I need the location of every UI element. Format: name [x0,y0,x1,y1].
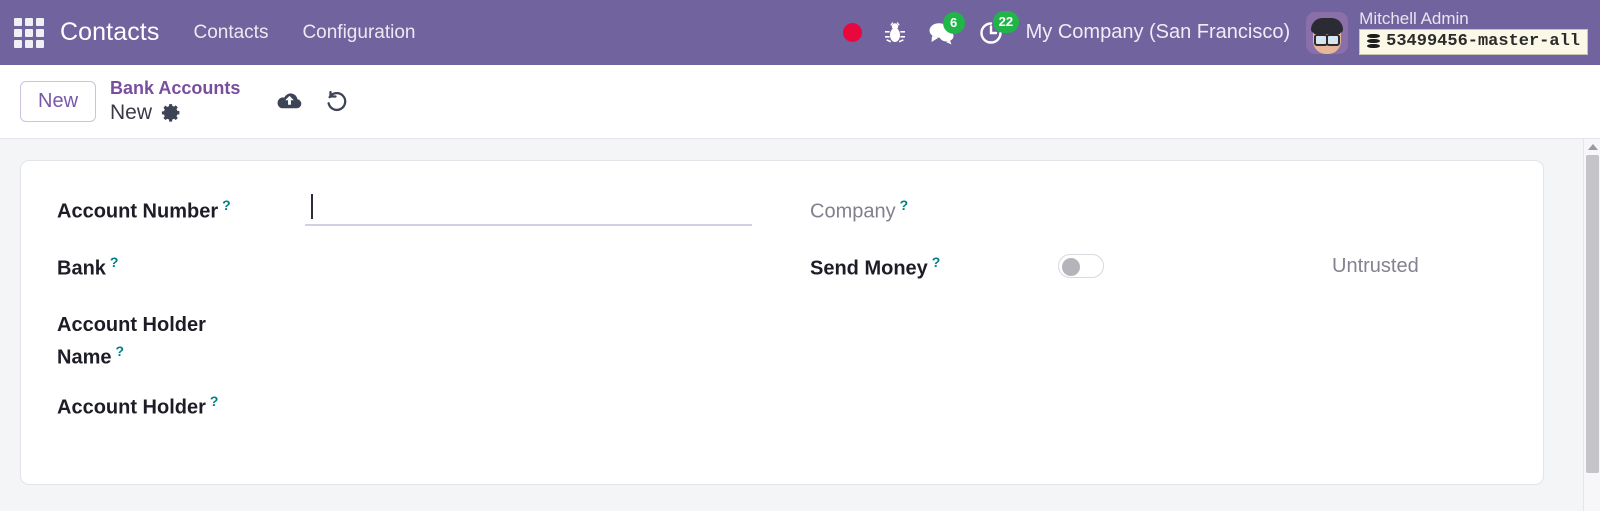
label-bank: Bank? [57,254,119,280]
user-name: Mitchell Admin [1359,8,1469,28]
record-actions [276,90,349,113]
app-brand-contacts[interactable]: Contacts [60,18,159,47]
trust-status-text: Untrusted [1332,254,1419,277]
help-tooltip-icon[interactable]: ? [900,197,909,213]
input-wrap-account-number [305,189,802,226]
breadcrumb-current-record: New [110,101,153,125]
user-info: Mitchell Admin 53499456-master-all [1359,8,1588,56]
label-company: Company? [810,197,909,223]
value-company [1058,189,1509,193]
avatar [1306,11,1349,54]
input-wrap-account-holder-name[interactable] [305,304,802,308]
form-sheet: Account Number? Bank? Account Holder Nam… [20,160,1544,485]
control-panel: New Bank Accounts New [0,65,1600,139]
vertical-scrollbar[interactable] [1583,139,1600,511]
database-tag: 53499456-master-all [1359,29,1588,56]
database-name: 53499456-master-all [1386,32,1580,52]
label-account-number: Account Number? [57,197,231,223]
menu-contacts[interactable]: Contacts [193,22,268,44]
new-button[interactable]: New [20,81,97,122]
help-tooltip-icon[interactable]: ? [932,254,941,270]
breadcrumb-parent-bank-accounts[interactable]: Bank Accounts [110,78,240,100]
apps-grid-icon[interactable] [14,17,44,48]
help-tooltip-icon[interactable]: ? [115,343,124,359]
top-navbar: Contacts Contacts Configuration 6 22 My … [0,0,1600,65]
navbar-system-icons: 6 22 [842,10,1020,46]
gear-icon[interactable] [161,102,182,123]
send-money-field: Untrusted [1058,246,1509,278]
field-send-money: Send Money? Untrusted [810,246,1509,304]
recording-dot-icon[interactable] [842,23,862,42]
input-wrap-account-holder[interactable] [305,385,802,389]
undo-icon[interactable] [325,90,349,113]
form-content-area: Account Number? Bank? Account Holder Nam… [0,139,1600,511]
label-send-money: Send Money? [810,254,941,280]
messages-icon[interactable]: 6 [928,11,965,45]
odoo-app-window: Contacts Contacts Configuration 6 22 My … [0,0,1600,511]
send-money-toggle[interactable] [1058,254,1104,278]
cloud-upload-icon[interactable] [276,91,303,113]
field-account-holder: Account Holder? [57,385,802,442]
messages-badge: 6 [942,11,965,34]
bug-icon[interactable] [884,21,906,45]
scroll-up-arrow-icon[interactable] [1584,139,1600,154]
breadcrumb: Bank Accounts New [110,78,240,126]
label-account-holder-name: Account Holder Name? [57,314,206,369]
user-menu[interactable]: Mitchell Admin 53499456-master-all [1306,8,1588,56]
menu-configuration[interactable]: Configuration [302,22,415,44]
field-account-number: Account Number? [57,189,802,246]
scrollbar-thumb[interactable] [1585,155,1599,473]
help-tooltip-icon[interactable]: ? [222,197,231,213]
field-company: Company? [810,189,1509,246]
database-icon [1367,34,1381,49]
field-bank: Bank? [57,246,802,304]
form-column-right: Company? Send Money? Untrusted [802,189,1509,464]
input-wrap-bank[interactable] [305,246,802,250]
text-caret [311,194,313,219]
account-number-input[interactable] [305,193,752,226]
help-tooltip-icon[interactable]: ? [110,254,119,270]
form-column-left: Account Number? Bank? Account Holder Nam… [57,189,802,464]
label-account-holder: Account Holder? [57,393,219,419]
toggle-knob [1062,257,1080,276]
breadcrumb-current-row: New [110,100,240,125]
company-switcher[interactable]: My Company (San Francisco) [1026,21,1291,44]
help-tooltip-icon[interactable]: ? [210,393,219,409]
activities-clock-icon[interactable]: 22 [978,10,1020,46]
field-account-holder-name: Account Holder Name? [57,304,802,385]
activities-badge: 22 [992,10,1020,33]
